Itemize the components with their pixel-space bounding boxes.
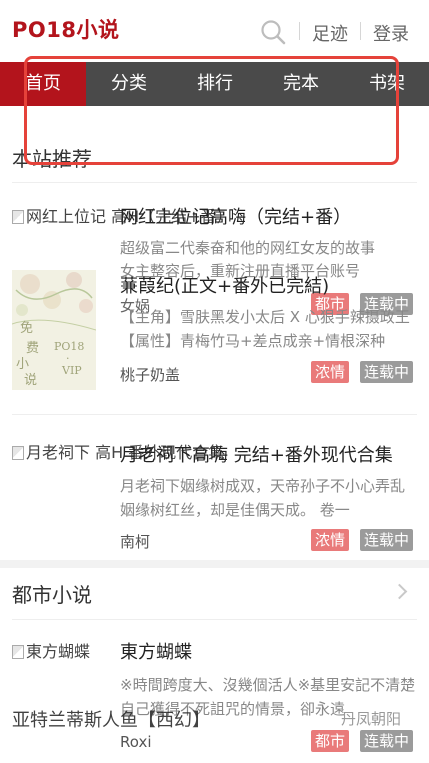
book-cover-broken-image[interactable]: 東方蝴蝶 [12, 638, 122, 662]
status-tag: 连载中 [360, 730, 414, 752]
login-link[interactable]: 登录 [373, 20, 409, 46]
divider [12, 414, 417, 415]
book-author[interactable]: 桃子奶盖 [120, 364, 180, 385]
book-title[interactable]: 网红上位记高嗨（完结+番） [120, 203, 420, 229]
broken-image-icon [12, 210, 24, 224]
cover-text: VIP [61, 364, 82, 377]
nav-tab-ranking[interactable]: 排行 [172, 62, 258, 106]
book-cover-image[interactable]: 免 费 小 说 PO18 · VIP [12, 270, 96, 390]
book-title[interactable]: 蒹葭纪(正文+番外已完結) [120, 272, 420, 298]
book-title[interactable]: 月老祠下高嗨 完结+番外现代合集 [120, 441, 420, 467]
genre-tag: 浓情 [311, 529, 350, 551]
divider [12, 182, 417, 183]
nav-tab-category[interactable]: 分类 [86, 62, 172, 106]
status-tag: 连载中 [360, 361, 414, 383]
main-nav: 首页 分类 排行 完本 书架 [0, 62, 429, 106]
book-title[interactable]: 東方蝴蝶 [120, 638, 420, 664]
book-description: 超级富二代秦奋和他的网红女友的故事 [120, 239, 376, 257]
genre-tag: 浓情 [311, 361, 350, 383]
footprint-link[interactable]: 足迹 [312, 20, 348, 46]
cover-artwork: 免 费 小 说 PO18 · VIP [12, 270, 96, 390]
nav-tab-home[interactable]: 首页 [0, 62, 86, 106]
featured-section-title: 本站推荐 [12, 147, 92, 171]
book-description: 月老祠下姻缘树成双，天帝孙子不小心弄乱姻缘树红丝，却是佳偶天成。 卷一 [120, 477, 406, 519]
cover-text: 免 [20, 321, 33, 336]
book-title-overlap[interactable]: 亚特兰蒂斯人鱼【西幻】 [12, 706, 210, 732]
header-separator [299, 22, 300, 40]
broken-image-icon [12, 446, 24, 460]
broken-image-icon [12, 645, 24, 659]
city-section-title[interactable]: 都市小说 [12, 579, 92, 608]
nav-tab-bookshelf[interactable]: 书架 [344, 62, 429, 106]
chevron-right-icon[interactable] [391, 583, 408, 600]
divider [12, 619, 417, 620]
cover-text: 费 [26, 341, 39, 356]
header-separator [360, 22, 361, 40]
section-gap [0, 560, 429, 568]
genre-tag: 都市 [311, 730, 350, 752]
nav-tab-completed[interactable]: 完本 [258, 62, 344, 106]
cover-text: 小 [16, 357, 29, 372]
book-author[interactable]: 南柯 [120, 531, 150, 552]
search-icon[interactable] [259, 18, 287, 46]
status-tag: 连载中 [360, 529, 414, 551]
cover-text: 说 [24, 373, 37, 388]
book-author-overlap[interactable]: 丹凤朝阳 [341, 708, 401, 729]
book-author[interactable]: Roxi [120, 733, 152, 751]
book-description: 【主角】雪肤黑发小太后 X 心狠手辣摄政王 【属性】青梅竹马+差点成亲+情根深种 [120, 308, 410, 350]
site-logo[interactable]: PO18小说 [12, 14, 119, 44]
top-header: PO18小说 足迹 登录 [0, 0, 429, 62]
